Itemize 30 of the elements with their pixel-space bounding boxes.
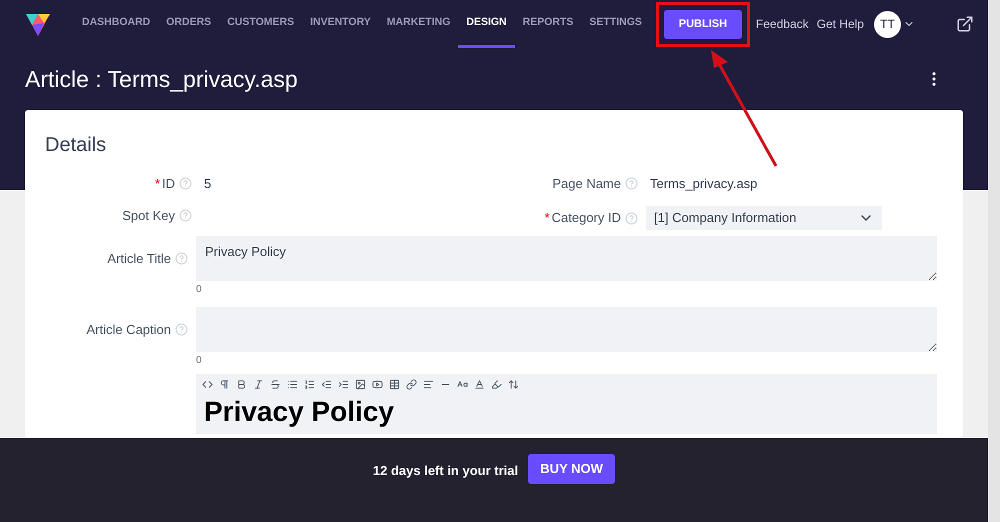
- character-count: 0: [196, 283, 203, 297]
- buy-now-button[interactable]: BUY NOW: [528, 454, 616, 484]
- nav-tab[interactable]: DESIGN: [458, 0, 515, 48]
- nav-tab[interactable]: INVENTORY: [302, 0, 379, 48]
- text-area[interactable]: Privacy Policy: [196, 236, 937, 281]
- editor-heading: Privacy Policy: [203, 395, 395, 429]
- header-link[interactable]: Feedback: [756, 15, 809, 33]
- nav-tab[interactable]: DASHBOARD: [74, 0, 158, 48]
- rich-text-editor[interactable]: Privacy Policy: [196, 374, 937, 434]
- page-title: Article : Terms_privacy.asp: [25, 64, 298, 94]
- field-value: 5: [203, 175, 212, 193]
- field-label: *Category ID: [544, 209, 621, 228]
- field-label: Article Title: [107, 250, 171, 268]
- field-label: Spot Key: [122, 207, 175, 225]
- nav-tab[interactable]: CUSTOMERS: [219, 0, 302, 48]
- card-title: Details: [45, 133, 108, 158]
- nav-tab[interactable]: ORDERS: [158, 0, 220, 48]
- trial-message: 12 days left in your trial: [372, 462, 518, 480]
- field-label: Article Caption: [86, 320, 171, 339]
- nav-tab[interactable]: MARKETING: [378, 0, 458, 48]
- publish-button[interactable]: PUBLISH: [664, 10, 742, 38]
- user-avatar[interactable]: TT: [874, 10, 901, 38]
- field-value: Terms_privacy.asp: [649, 175, 758, 193]
- category-select[interactable]: [1] Company Information: [646, 206, 882, 230]
- field-label: Page Name: [552, 175, 621, 193]
- header-link[interactable]: Get Help: [816, 15, 864, 33]
- field-label: *ID: [154, 175, 175, 193]
- nav-tab[interactable]: SETTINGS: [581, 0, 650, 48]
- nav-tab[interactable]: REPORTS: [514, 0, 582, 48]
- character-count: 0: [196, 354, 203, 368]
